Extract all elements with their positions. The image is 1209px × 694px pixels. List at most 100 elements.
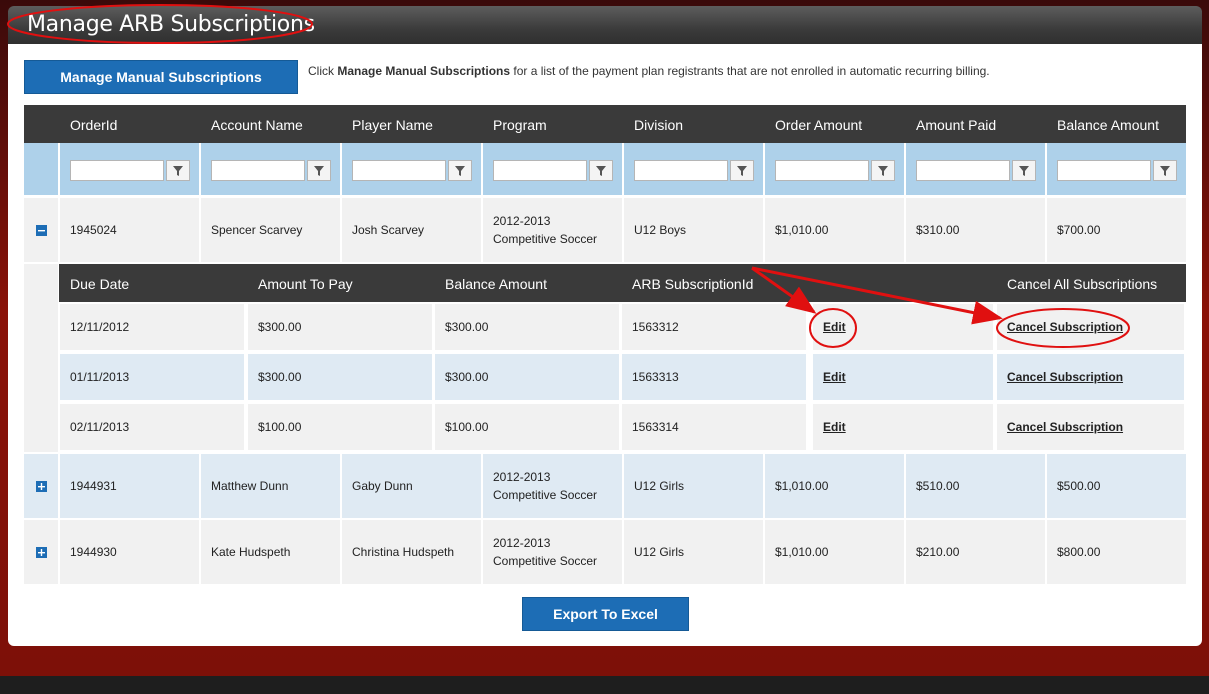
program-cell: 2012-2013 Competitive Soccer <box>481 454 622 518</box>
cancel-subscription-link[interactable]: Cancel Subscription <box>1007 420 1123 434</box>
filter-icon[interactable] <box>1012 160 1036 181</box>
info-bold: Manage Manual Subscriptions <box>337 64 511 78</box>
order-id-cell: 1945024 <box>58 198 199 262</box>
filter-row <box>24 143 1186 195</box>
table-row: 1944930 Kate Hudspeth Christina Hudspeth… <box>24 520 1186 584</box>
order-amount-cell: $1,010.00 <box>763 454 904 518</box>
detail-header-cancel-all-subscriptions[interactable]: Cancel All Subscriptions <box>1007 264 1157 302</box>
filter-cell-division <box>622 143 763 195</box>
panel-header: Manage ARB Subscriptions <box>8 6 1202 48</box>
column-header-orderid[interactable]: OrderId <box>70 105 117 143</box>
filter-icon[interactable] <box>871 160 895 181</box>
filter-input-program[interactable] <box>493 160 587 181</box>
edit-cell: Edit <box>813 404 993 450</box>
order-id-cell: 1944931 <box>58 454 199 518</box>
filter-icon[interactable] <box>730 160 754 181</box>
filter-icon[interactable] <box>307 160 331 181</box>
table-row: 1944931 Matthew Dunn Gaby Dunn 2012-2013… <box>24 454 1186 518</box>
due-date-cell: 01/11/2013 <box>60 354 244 400</box>
filter-input-amount-paid[interactable] <box>916 160 1010 181</box>
column-header-account-name[interactable]: Account Name <box>211 105 303 143</box>
info-suffix: for a list of the payment plan registran… <box>510 64 990 78</box>
cancel-cell: Cancel Subscription <box>997 304 1184 350</box>
detail-balance-cell: $300.00 <box>435 354 619 400</box>
filter-cell-orderid <box>58 143 199 195</box>
detail-row: 12/11/2012 $300.00 $300.00 1563312 Edit … <box>59 304 1186 350</box>
program-line2: Competitive Soccer <box>493 488 598 502</box>
edit-link[interactable]: Edit <box>823 370 846 384</box>
edit-link[interactable]: Edit <box>823 420 846 434</box>
program-cell: 2012-2013 Competitive Soccer <box>481 520 622 584</box>
detail-header-amount-to-pay[interactable]: Amount To Pay <box>258 264 353 302</box>
program-cell: 2012-2013 Competitive Soccer <box>481 198 622 262</box>
detail-header-due-date[interactable]: Due Date <box>70 264 129 302</box>
table-row: 1945024 Spencer Scarvey Josh Scarvey 201… <box>24 198 1186 262</box>
player-name-cell: Christina Hudspeth <box>340 520 481 584</box>
column-header-division[interactable]: Division <box>634 105 683 143</box>
filter-icon[interactable] <box>589 160 613 181</box>
page-title: Manage ARB Subscriptions <box>27 12 315 37</box>
filter-cell-player-name <box>340 143 481 195</box>
division-cell: U12 Girls <box>622 520 763 584</box>
filter-cell-account-name <box>199 143 340 195</box>
collapse-minus-icon[interactable] <box>35 224 47 236</box>
filter-input-order-amount[interactable] <box>775 160 869 181</box>
program-line2: Competitive Soccer <box>493 232 598 246</box>
amount-paid-cell: $510.00 <box>904 454 1045 518</box>
edit-link[interactable]: Edit <box>823 320 846 334</box>
column-header-player-name[interactable]: Player Name <box>352 105 433 143</box>
edit-cell: Edit <box>813 354 993 400</box>
cancel-subscription-link[interactable]: Cancel Subscription <box>1007 320 1123 334</box>
division-cell: U12 Boys <box>622 198 763 262</box>
detail-header-arb-subscription-id[interactable]: ARB SubscriptionId <box>632 264 753 302</box>
expand-plus-icon[interactable] <box>35 480 47 492</box>
player-name-cell: Josh Scarvey <box>340 198 481 262</box>
grid-header: OrderId Account Name Player Name Program… <box>24 105 1186 143</box>
filter-input-player-name[interactable] <box>352 160 446 181</box>
expand-plus-icon[interactable] <box>35 546 47 558</box>
division-cell: U12 Girls <box>622 454 763 518</box>
subscription-id-cell: 1563312 <box>622 304 806 350</box>
order-amount-cell: $1,010.00 <box>763 198 904 262</box>
due-date-cell: 02/11/2013 <box>60 404 244 450</box>
due-date-cell: 12/11/2012 <box>60 304 244 350</box>
program-line1: 2012-2013 <box>493 536 551 550</box>
column-header-order-amount[interactable]: Order Amount <box>775 105 862 143</box>
row-toggle-cell <box>24 520 58 584</box>
filter-input-account-name[interactable] <box>211 160 305 181</box>
filter-cell-order-amount <box>763 143 904 195</box>
filter-input-orderid[interactable] <box>70 160 164 181</box>
cancel-cell: Cancel Subscription <box>997 354 1184 400</box>
amount-paid-cell: $210.00 <box>904 520 1045 584</box>
filter-cell-amount-paid <box>904 143 1045 195</box>
column-header-amount-paid[interactable]: Amount Paid <box>916 105 996 143</box>
info-prefix: Click <box>308 64 338 78</box>
export-to-excel-button[interactable]: Export To Excel <box>522 597 689 631</box>
filter-icon[interactable] <box>1153 160 1177 181</box>
amount-to-pay-cell: $100.00 <box>248 404 432 450</box>
edit-cell: Edit <box>813 304 993 350</box>
subscription-id-cell: 1563313 <box>622 354 806 400</box>
filter-icon[interactable] <box>166 160 190 181</box>
manage-manual-subscriptions-button[interactable]: Manage Manual Subscriptions <box>24 60 298 94</box>
amount-to-pay-cell: $300.00 <box>248 304 432 350</box>
cancel-subscription-link[interactable]: Cancel Subscription <box>1007 370 1123 384</box>
account-name-cell: Spencer Scarvey <box>199 198 340 262</box>
balance-amount-cell: $800.00 <box>1045 520 1186 584</box>
bottom-strip <box>0 676 1209 694</box>
filter-cell-balance-amount <box>1045 143 1186 195</box>
detail-header-balance-amount[interactable]: Balance Amount <box>445 264 547 302</box>
program-line2: Competitive Soccer <box>493 554 598 568</box>
order-amount-cell: $1,010.00 <box>763 520 904 584</box>
filter-icon[interactable] <box>448 160 472 181</box>
balance-amount-cell: $500.00 <box>1045 454 1186 518</box>
filter-input-balance-amount[interactable] <box>1057 160 1151 181</box>
balance-amount-cell: $700.00 <box>1045 198 1186 262</box>
column-header-balance-amount[interactable]: Balance Amount <box>1057 105 1159 143</box>
column-header-program[interactable]: Program <box>493 105 547 143</box>
account-name-cell: Kate Hudspeth <box>199 520 340 584</box>
account-name-cell: Matthew Dunn <box>199 454 340 518</box>
program-line1: 2012-2013 <box>493 470 551 484</box>
filter-input-division[interactable] <box>634 160 728 181</box>
program-line1: 2012-2013 <box>493 214 551 228</box>
